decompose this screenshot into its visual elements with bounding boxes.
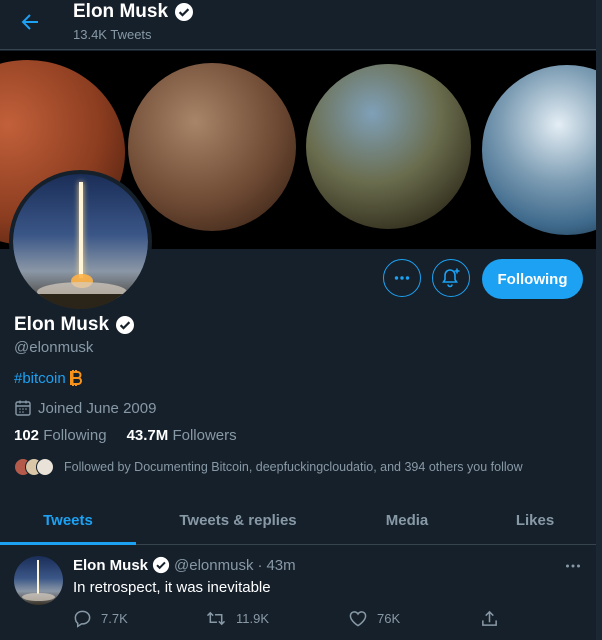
share-icon — [482, 610, 497, 626]
active-tab-indicator — [0, 542, 136, 545]
more-options-button[interactable] — [383, 259, 421, 297]
like-button[interactable]: 76K — [348, 609, 400, 628]
avatar-image — [13, 174, 148, 309]
followed-by-text: Followed by Documenting Bitcoin, deepfuc… — [64, 460, 523, 474]
follower-avatar — [36, 458, 54, 476]
tweet-author-name[interactable]: Elon Musk — [73, 557, 148, 574]
retweet-icon — [206, 611, 226, 626]
profile-stats: 102 Following 43.7M Followers — [14, 427, 237, 444]
verified-badge-icon — [152, 556, 170, 574]
reply-icon — [74, 610, 91, 628]
back-arrow-icon[interactable] — [18, 10, 42, 34]
banner-planet-4 — [482, 65, 602, 235]
tab-tweets[interactable]: Tweets — [0, 495, 136, 545]
followers-count: 43.7M — [126, 427, 169, 444]
following-link[interactable]: 102 Following — [14, 427, 107, 444]
tweet-more-button[interactable] — [563, 556, 583, 576]
tweet-text: In retrospect, it was inevitable — [73, 579, 271, 596]
bio-hashtag-link[interactable]: #bitcoin — [14, 370, 66, 387]
bitcoin-icon — [69, 370, 82, 386]
reply-count: 7.7K — [101, 611, 128, 626]
retweet-count: 11.9K — [236, 611, 270, 626]
header-title-row: Elon Musk — [73, 1, 194, 23]
profile-tabs: Tweets Tweets & replies Media Likes — [0, 495, 602, 545]
followers-link[interactable]: 43.7M Followers — [127, 427, 237, 444]
tweet-timestamp[interactable]: 43m — [266, 557, 295, 574]
like-icon — [349, 611, 367, 627]
tweet-avatar[interactable] — [14, 556, 63, 605]
follower-avatars — [14, 458, 55, 476]
scrollbar[interactable] — [596, 0, 602, 640]
tweet-separator: · — [257, 556, 263, 574]
tweet[interactable]: Elon Musk @elonmusk · 43m In retrospect,… — [0, 546, 602, 640]
more-icon — [394, 276, 410, 280]
reply-button[interactable]: 7.7K — [73, 609, 128, 628]
profile-bio: #bitcoin — [14, 369, 83, 387]
banner-planet-2 — [128, 63, 296, 231]
tab-tweets-replies[interactable]: Tweets & replies — [136, 495, 340, 545]
tab-media[interactable]: Media — [340, 495, 474, 545]
profile-header: Elon Musk 13.4K Tweets — [0, 0, 602, 50]
header-title: Elon Musk — [73, 1, 169, 22]
profile-joined: Joined June 2009 — [14, 399, 156, 417]
tweet-author-handle[interactable]: @elonmusk — [174, 557, 253, 574]
notifications-button[interactable] — [432, 259, 470, 297]
profile-name-row: Elon Musk — [14, 314, 135, 336]
joined-date: Joined June 2009 — [38, 399, 157, 417]
tweet-header: Elon Musk @elonmusk · 43m — [73, 556, 296, 574]
like-count: 76K — [377, 611, 401, 626]
tab-likes[interactable]: Likes — [474, 495, 596, 545]
calendar-icon — [15, 400, 31, 416]
verified-badge-icon — [175, 3, 194, 21]
following-label: Following — [43, 427, 107, 444]
following-button[interactable]: Following — [482, 259, 583, 299]
share-button[interactable] — [480, 609, 499, 628]
notification-bell-icon — [442, 268, 460, 288]
more-icon — [566, 564, 580, 568]
banner-planet-3 — [306, 64, 471, 229]
verified-badge-icon — [116, 316, 135, 334]
header-tweet-count: 13.4K Tweets — [73, 27, 152, 42]
retweet-button[interactable]: 11.9K — [205, 609, 269, 628]
following-count: 102 — [14, 427, 40, 444]
profile-name: Elon Musk — [14, 314, 110, 335]
followers-label: Followers — [172, 427, 237, 444]
profile-handle: @elonmusk — [14, 339, 94, 356]
profile-avatar[interactable] — [9, 170, 152, 313]
followed-by-row[interactable]: Followed by Documenting Bitcoin, deepfuc… — [14, 458, 523, 476]
